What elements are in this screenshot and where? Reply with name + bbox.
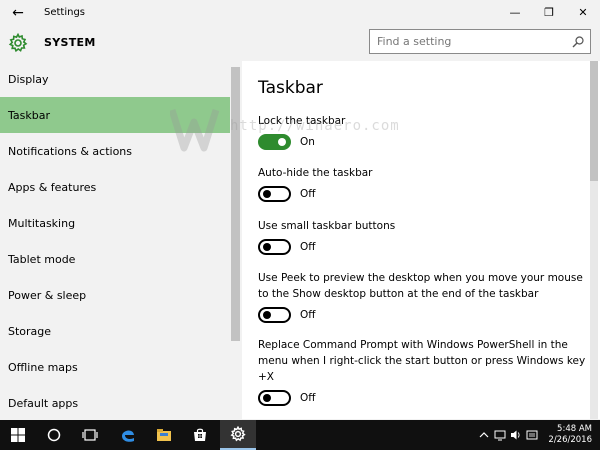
toggle-state: Off (300, 188, 316, 200)
setting-peek: Use Peek to preview the desktop when you… (258, 270, 588, 323)
toggle-knob (263, 190, 271, 198)
main-scrollbar[interactable] (590, 61, 598, 419)
minimize-icon: — (509, 6, 521, 19)
gear-icon (8, 32, 28, 53)
setting-auto-hide: Auto-hide the taskbar Off (258, 165, 588, 202)
toggle-row: Off (258, 186, 588, 202)
search-box[interactable] (369, 29, 591, 54)
main-scrollbar-thumb[interactable] (590, 61, 598, 181)
minimize-button[interactable]: — (498, 0, 532, 25)
sidebar-item-label: Power & sleep (8, 288, 87, 302)
setting-label: Replace Command Prompt with Windows Powe… (258, 339, 586, 383)
section-title: SYSTEM (44, 36, 96, 49)
sidebar-item-label: Taskbar (8, 108, 50, 122)
cortana-circle-icon (47, 428, 61, 442)
sidebar-item-tablet-mode[interactable]: Tablet mode (0, 241, 242, 277)
settings-taskbar-button[interactable] (220, 420, 256, 450)
sidebar-item-label: Offline maps (8, 360, 78, 374)
edge-browser-icon (122, 430, 134, 442)
search-input[interactable] (370, 35, 565, 48)
toggle-knob (263, 394, 271, 402)
watermark-url: http://winaero.com (230, 118, 400, 134)
sidebar-item-offline-maps[interactable]: Offline maps (0, 349, 242, 385)
auto-hide-toggle[interactable] (258, 186, 291, 202)
clock-date: 2/26/2016 (548, 435, 592, 445)
page-header: SYSTEM (0, 25, 600, 61)
small-buttons-toggle[interactable] (258, 239, 291, 255)
toggle-row: Off (258, 307, 588, 323)
toggle-knob (263, 243, 271, 251)
window-controls: — ❐ ✕ (498, 0, 600, 25)
file-explorer-button[interactable] (146, 420, 182, 450)
toggle-knob (263, 311, 271, 319)
sidebar-item-default-apps[interactable]: Default apps (0, 385, 242, 419)
setting-powershell: Replace Command Prompt with Windows Powe… (258, 337, 588, 406)
close-button[interactable]: ✕ (566, 0, 600, 25)
store-bag-icon (194, 428, 206, 441)
powershell-toggle[interactable] (258, 390, 291, 406)
peek-toggle[interactable] (258, 307, 291, 323)
toggle-state: Off (300, 309, 316, 321)
settings-gear-icon (230, 426, 246, 442)
windows-logo-icon (11, 428, 25, 442)
toggle-state: Off (300, 392, 316, 404)
sidebar-item-label: Default apps (8, 396, 79, 410)
show-hidden-icons-icon[interactable] (478, 429, 490, 441)
start-button[interactable] (0, 420, 36, 450)
sidebar-item-label: Multitasking (8, 216, 76, 230)
sidebar-item-label: Notifications & actions (8, 144, 133, 158)
restore-icon: ❐ (544, 6, 554, 19)
sidebar-item-storage[interactable]: Storage (0, 313, 242, 349)
search-taskbar-button[interactable] (36, 420, 72, 450)
task-view-button[interactable] (72, 420, 108, 450)
sidebar-item-power-sleep[interactable]: Power & sleep (0, 277, 242, 313)
task-view-icon (82, 429, 98, 441)
clock-time: 5:48 AM (557, 424, 592, 434)
clock[interactable]: 5:48 AM 2/26/2016 (548, 424, 592, 446)
title-bar: ← Settings — ❐ ✕ (0, 0, 600, 25)
action-center-icon[interactable] (526, 429, 538, 441)
back-button[interactable]: ← (0, 0, 36, 25)
window-title: Settings (44, 7, 86, 18)
maximize-button[interactable]: ❐ (532, 0, 566, 25)
sidebar-item-label: Apps & features (8, 180, 97, 194)
toggle-row: Off (258, 390, 588, 406)
setting-small-buttons: Use small taskbar buttons Off (258, 218, 588, 255)
setting-label: Auto-hide the taskbar (258, 167, 373, 179)
page-title: Taskbar (258, 78, 323, 98)
search-icon[interactable] (572, 36, 584, 48)
toggle-row: Off (258, 239, 588, 255)
back-arrow-icon: ← (12, 4, 24, 21)
sidebar-item-multitasking[interactable]: Multitasking (0, 205, 242, 241)
sidebar-item-label: Display (8, 72, 49, 86)
close-icon: ✕ (578, 6, 588, 19)
toggle-state: Off (300, 241, 316, 253)
sidebar-item-label: Storage (8, 324, 52, 338)
watermark-logo-icon (168, 108, 220, 152)
setting-label: Use Peek to preview the desktop when you… (258, 272, 583, 300)
folder-icon (157, 429, 171, 441)
sidebar-item-display[interactable]: Display (0, 61, 242, 97)
watermark: http://winaero.com (168, 104, 399, 154)
edge-taskbar-button[interactable] (110, 420, 146, 450)
sidebar-item-apps-features[interactable]: Apps & features (0, 169, 242, 205)
network-icon[interactable] (494, 429, 506, 441)
setting-label: Use small taskbar buttons (258, 220, 396, 232)
sidebar-item-label: Tablet mode (8, 252, 76, 266)
taskbar: 5:48 AM 2/26/2016 (0, 420, 600, 450)
volume-icon[interactable] (510, 429, 522, 441)
store-button[interactable] (182, 420, 218, 450)
